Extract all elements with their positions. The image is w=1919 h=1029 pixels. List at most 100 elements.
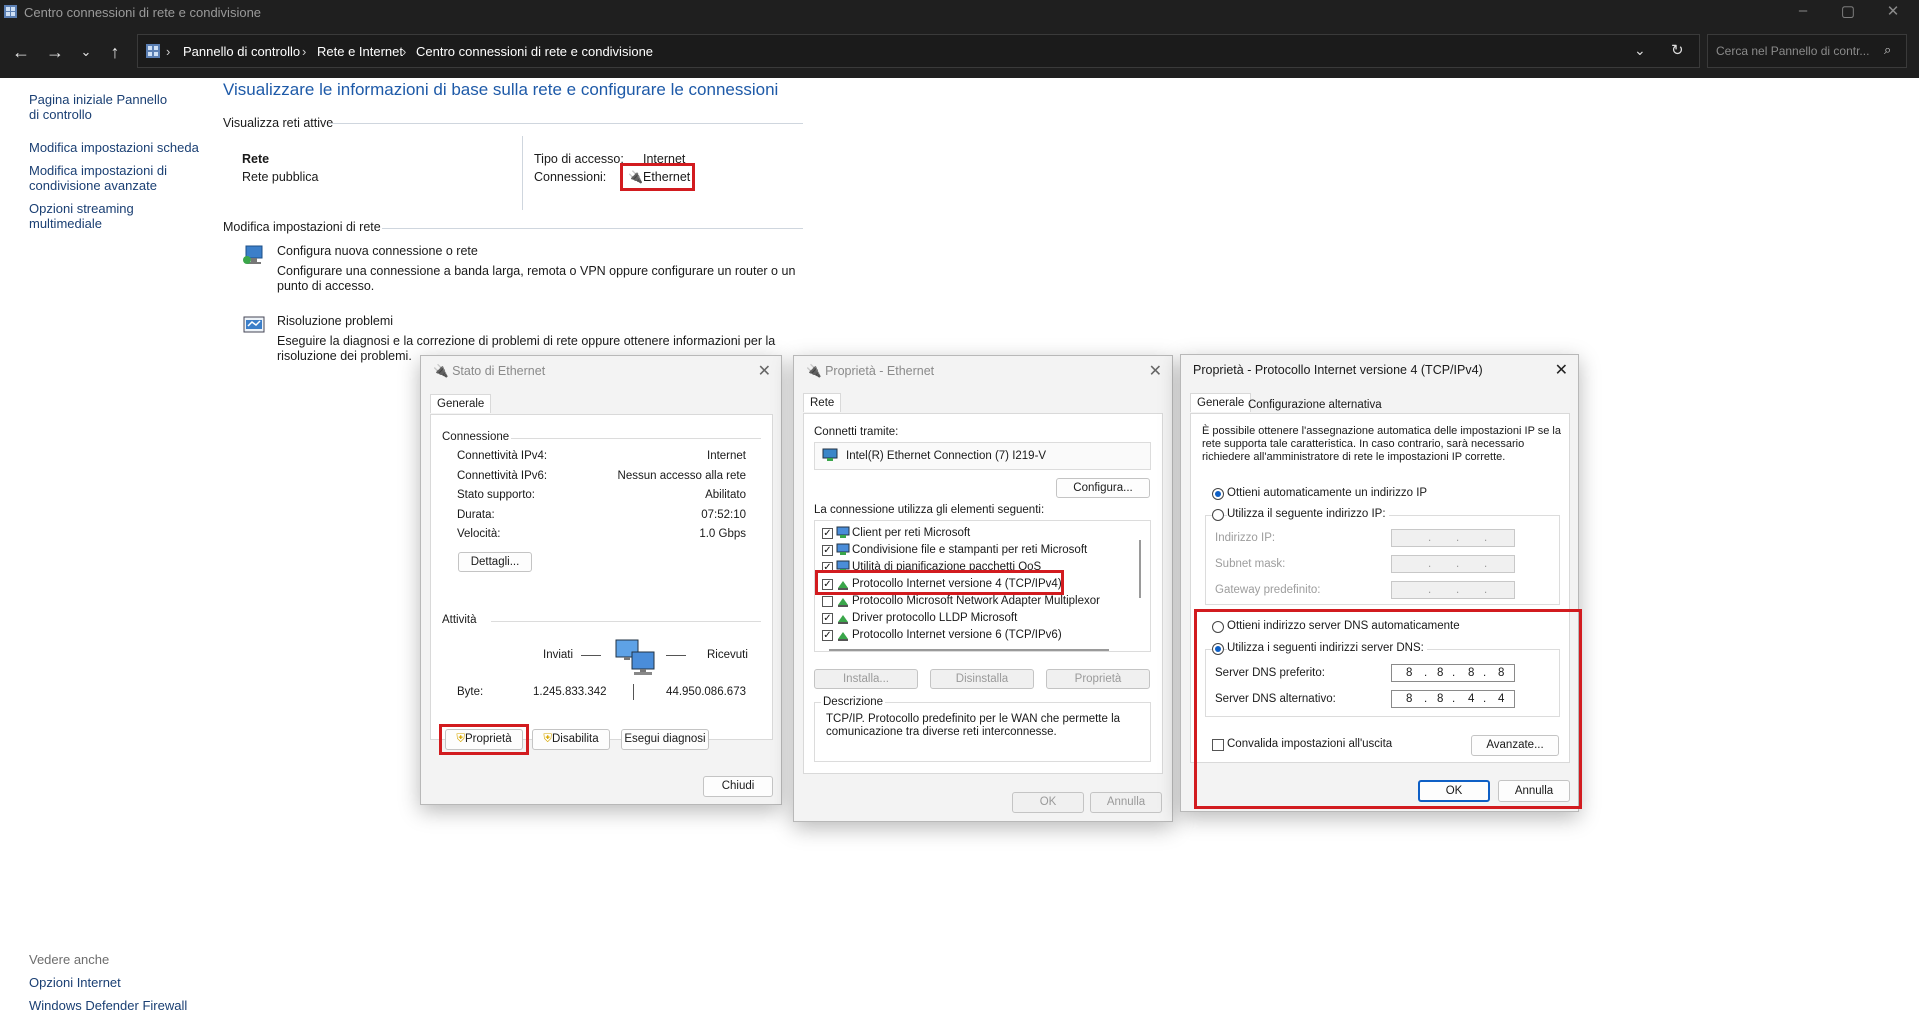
network-adapter-icon [822,448,838,461]
duration-label: Durata: [457,509,495,521]
breadcrumb-network-internet[interactable]: Rete e Internet [317,44,403,59]
connect-using-label: Connetti tramite: [814,426,899,438]
alternate-dns-field[interactable]: 8. 8. 4. 4 [1391,690,1515,708]
description-text: TCP/IP. Protocollo predefinito per le WA… [826,713,1121,738]
close-icon[interactable]: ✕ [1555,360,1568,380]
sidebar-item-media-streaming[interactable]: Opzioni streaming multimediale [29,201,159,231]
access-type-label: Tipo di accesso: [534,152,624,166]
ipv6-label: Connettività IPv6: [457,470,548,482]
received-line [666,655,686,656]
details-button[interactable]: Dettagli... [458,552,532,572]
refresh-icon[interactable]: ↻ [1671,41,1684,59]
change-settings-label: Modifica impostazioni di rete [223,220,381,234]
tab-network[interactable]: Rete [803,393,842,412]
validate-checkbox[interactable] [1212,739,1224,751]
install-button[interactable]: Installa... [814,669,918,689]
ethernet-icon: 🔌 [806,364,822,378]
manual-dns-radio[interactable] [1212,643,1224,655]
ok-button[interactable]: OK [1418,780,1490,802]
cancel-button[interactable]: Annulla [1498,780,1570,802]
protocol-icon [838,615,848,624]
item-properties-button[interactable]: Proprietà [1046,669,1150,689]
breadcrumb-network-center[interactable]: Centro connessioni di rete e condivision… [416,44,653,59]
close-dialog-button[interactable]: Chiudi [703,776,773,797]
sidebar-item-adapter-settings[interactable]: Modifica impostazioni scheda [29,140,199,155]
list-scrollbar[interactable] [1139,540,1141,598]
address-dropdown-chevron-icon[interactable]: ⌄ [1634,42,1646,59]
duration-value: 07:52:10 [701,509,746,521]
checkbox[interactable]: ✓ [822,630,833,641]
network-activity-icon [615,639,655,675]
minimize-button[interactable]: – [1788,2,1818,19]
properties-dialog-title: 🔌 Proprietà - Ethernet [806,364,935,378]
gateway-field[interactable]: ... [1391,581,1515,599]
ipv4-properties-dialog: Proprietà - Protocollo Internet versione… [1180,354,1582,812]
list-horizontal-scrollbar[interactable] [829,649,1109,651]
checkbox[interactable]: ✓ [822,528,833,539]
forward-arrow-icon[interactable]: → [43,40,67,64]
tab-general[interactable]: Generale [430,394,492,413]
address-bar[interactable]: › Pannello di controllo › Rete e Interne… [137,34,1700,68]
tab-alternate-configuration[interactable]: Configurazione alternativa [1242,396,1388,414]
advanced-button[interactable]: Avanzate... [1471,735,1559,756]
close-icon[interactable]: ✕ [1149,361,1162,381]
checkbox[interactable]: ✓ [822,545,833,556]
bytes-received-value: 44.950.086.673 [666,686,746,698]
control-panel-icon [4,5,17,18]
troubleshoot-link[interactable]: Risoluzione problemi [277,314,393,328]
maximize-button[interactable]: ▢ [1833,2,1863,20]
disable-button[interactable]: ⛨Disabilita [532,729,610,750]
file-sharing-icon [836,543,850,555]
new-connection-icon [243,245,263,264]
back-arrow-icon[interactable]: ← [9,40,33,64]
ethernet-connection-link[interactable]: Ethernet [643,170,690,184]
auto-ip-radio[interactable] [1212,488,1224,500]
checkbox[interactable]: ✓ [822,579,833,590]
status-dialog-title: 🔌 Stato di Ethernet [433,364,546,378]
bytes-sent-value: 1.245.833.342 [533,686,607,698]
title-bar: Centro connessioni di rete e condivision… [0,0,1919,26]
control-panel-icon [146,44,160,58]
validate-label: Convalida impostazioni all'uscita [1227,738,1393,750]
breadcrumb-control-panel[interactable]: Pannello di controllo [183,44,300,59]
group-divider [491,621,761,622]
search-box[interactable]: Cerca nel Pannello di contr... ⌕ [1707,34,1907,68]
active-networks-label: Visualizza reti attive [223,116,334,130]
diagnose-button[interactable]: Esegui diagnosi [621,729,709,750]
protocol-icon [838,581,848,590]
manual-ip-label: Utilizza il seguente indirizzo IP: [1227,508,1389,520]
cancel-button[interactable]: Annulla [1090,792,1162,813]
new-connection-link[interactable]: Configura nuova connessione o rete [277,244,478,258]
manual-ip-radio[interactable] [1212,509,1224,521]
ip-address-field[interactable]: ... [1391,529,1515,547]
ok-button[interactable]: OK [1012,792,1084,813]
sidebar-item-advanced-sharing[interactable]: Modifica impostazioni di condivisione av… [29,163,179,193]
sidebar-item-control-panel-home[interactable]: Pagina iniziale Pannello di controllo [29,92,179,122]
gateway-label: Gateway predefinito: [1215,584,1321,596]
preferred-dns-field[interactable]: 8. 8. 8. 8 [1391,664,1515,682]
vertical-divider [522,136,523,210]
recent-locations-chevron-icon[interactable]: ⌄ [74,40,98,64]
configure-button[interactable]: Configura... [1056,478,1150,498]
see-also-windows-firewall[interactable]: Windows Defender Firewall [29,998,187,1013]
media-state-value: Abilitato [705,489,746,501]
subnet-mask-field[interactable]: ... [1391,555,1515,573]
uninstall-button[interactable]: Disinstalla [930,669,1034,689]
see-also-internet-options[interactable]: Opzioni Internet [29,975,121,990]
troubleshoot-icon [243,316,265,333]
media-state-label: Stato supporto: [457,489,535,501]
shield-icon: ⛨ [456,733,465,745]
shield-icon: ⛨ [543,733,552,745]
group-divider [511,438,761,439]
search-input[interactable]: Cerca nel Pannello di contr... [1716,44,1869,58]
client-icon [836,526,850,538]
close-icon[interactable]: ✕ [758,361,771,381]
section-divider [328,123,803,124]
up-arrow-icon[interactable]: ↑ [103,40,127,64]
checkbox[interactable]: ✓ [822,613,833,624]
auto-dns-radio[interactable] [1212,621,1224,633]
search-icon[interactable]: ⌕ [1884,42,1891,58]
close-button[interactable]: ✕ [1878,2,1908,20]
checkbox[interactable] [822,596,833,607]
status-properties-button[interactable]: ⛨Proprietà [445,729,523,750]
